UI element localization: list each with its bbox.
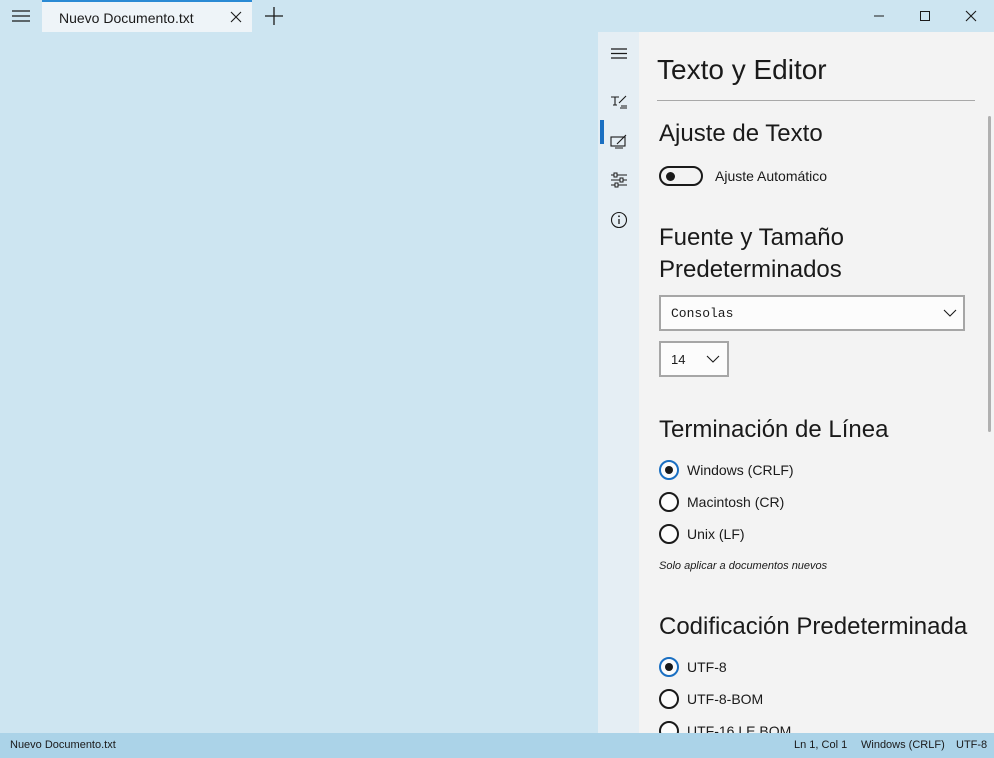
close-icon[interactable] <box>228 9 244 25</box>
chevron-down-icon <box>706 355 720 363</box>
plus-icon[interactable] <box>263 5 285 27</box>
radio-label: UTF-8 <box>687 659 727 675</box>
section-heading-encoding: Codificación Predeterminada <box>659 613 968 640</box>
minimize-icon[interactable] <box>856 0 902 32</box>
chevron-down-icon <box>943 309 957 317</box>
radio-button[interactable] <box>659 460 679 480</box>
close-icon[interactable] <box>948 0 994 32</box>
toggle-knob <box>666 172 675 181</box>
settings-nav-rail <box>598 32 639 733</box>
radio-label: Windows (CRLF) <box>687 462 794 478</box>
text-editor-icon[interactable] <box>598 89 639 115</box>
hamburger-icon[interactable] <box>0 0 42 32</box>
font-family-value: Consolas <box>671 306 734 321</box>
scrollbar[interactable] <box>988 116 991 432</box>
divider <box>657 100 975 101</box>
text-editor-area[interactable] <box>0 32 598 733</box>
radio-dot <box>665 466 673 474</box>
font-family-dropdown[interactable]: Consolas <box>659 295 965 331</box>
radio-label: UTF-16 LE BOM <box>687 723 792 733</box>
status-filename[interactable]: Nuevo Documento.txt <box>10 739 116 751</box>
status-bar: Nuevo Documento.txt Ln 1, Col 1 Windows … <box>0 733 994 758</box>
font-size-value: 14 <box>671 352 686 367</box>
section-heading-font-line2: Predeterminados <box>659 256 842 283</box>
radio-button[interactable] <box>659 657 679 677</box>
radio-button[interactable] <box>659 524 679 544</box>
settings-panel: Texto y Editor Ajuste de Texto Ajuste Au… <box>639 32 994 733</box>
maximize-icon[interactable] <box>902 0 948 32</box>
radio-button[interactable] <box>659 689 679 709</box>
radio-label: UTF-8-BOM <box>687 691 764 707</box>
section-heading-font-line1: Fuente y Tamaño <box>659 224 845 251</box>
settings-title: Texto y Editor <box>657 54 827 85</box>
status-cursor-position[interactable]: Ln 1, Col 1 <box>794 739 847 751</box>
hamburger-icon[interactable] <box>598 40 639 66</box>
radio-label: Unix (LF) <box>687 526 745 542</box>
radio-label: Macintosh (CR) <box>687 494 785 510</box>
section-heading-text-wrap: Ajuste de Texto <box>659 120 823 147</box>
font-size-dropdown[interactable]: 14 <box>659 341 729 377</box>
personalization-icon[interactable] <box>598 129 639 155</box>
info-icon[interactable] <box>598 207 639 233</box>
status-line-ending[interactable]: Windows (CRLF) <box>861 739 945 751</box>
auto-wrap-toggle[interactable] <box>659 166 703 186</box>
advanced-icon[interactable] <box>598 167 639 193</box>
status-encoding[interactable]: UTF-8 <box>956 739 987 751</box>
tab-title: Nuevo Documento.txt <box>59 10 194 26</box>
radio-button[interactable] <box>659 492 679 512</box>
auto-wrap-label: Ajuste Automático <box>715 168 828 184</box>
radio-dot <box>665 663 673 671</box>
line-ending-note: Solo aplicar a documentos nuevos <box>659 560 828 572</box>
title-bar: Nuevo Documento.txt <box>0 0 994 32</box>
tab-nuevo-documento[interactable]: Nuevo Documento.txt <box>42 0 252 32</box>
radio-button[interactable] <box>659 721 679 733</box>
section-heading-line-ending: Terminación de Línea <box>659 416 889 443</box>
